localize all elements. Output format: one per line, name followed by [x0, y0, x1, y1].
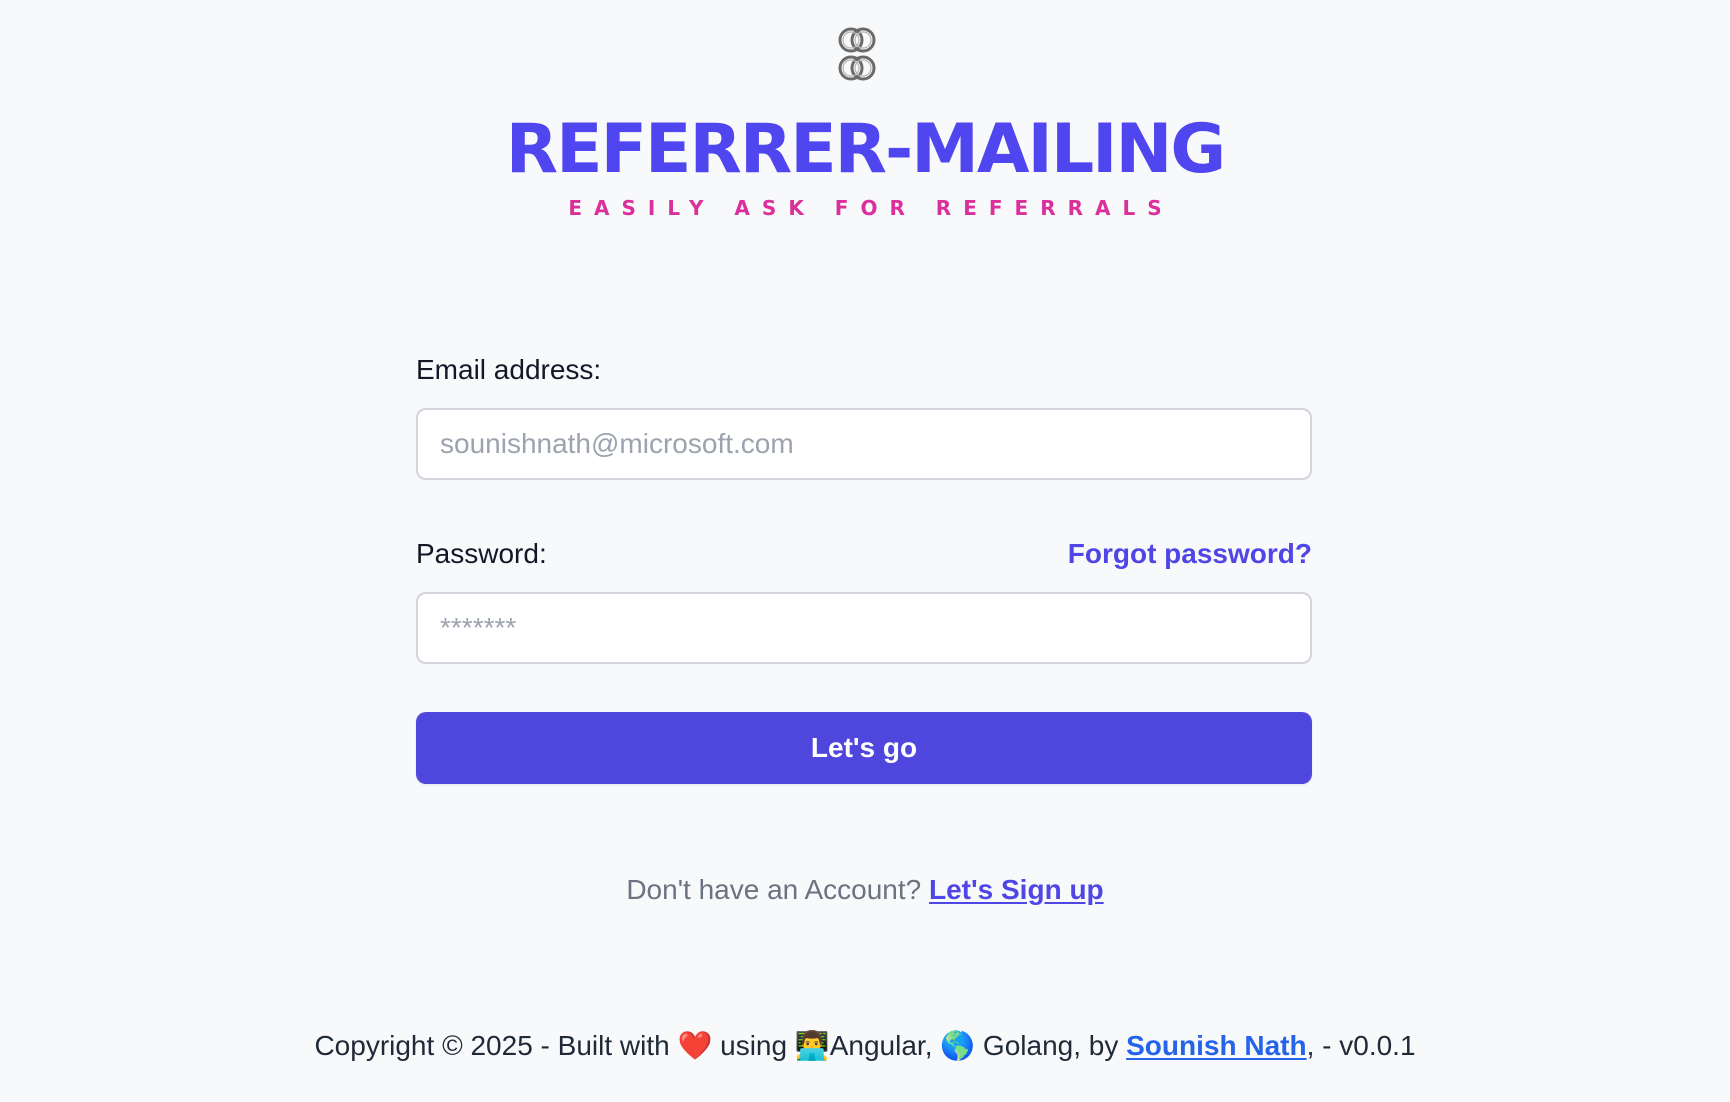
- login-form: Email address: Password: Forgot password…: [416, 352, 1312, 784]
- email-input[interactable]: [416, 408, 1312, 480]
- heart-icon: ❤️: [677, 1029, 713, 1062]
- footer-separator: , -: [1306, 1030, 1332, 1061]
- knot-logo-icon: [838, 27, 876, 81]
- signup-link[interactable]: Let's Sign up: [929, 874, 1104, 905]
- signup-prompt: Don't have an Account?: [626, 874, 922, 905]
- password-block: Password: Forgot password?: [416, 536, 1312, 664]
- footer-angular: Angular,: [829, 1030, 933, 1061]
- brand-title: REFERRER-MAILING: [505, 110, 1226, 189]
- footer-copyright: Copyright © 2025 - Built with: [314, 1030, 670, 1061]
- technologist-icon: 👨‍💻: [794, 1029, 830, 1062]
- footer-version: v0.0.1: [1339, 1030, 1416, 1061]
- password-input[interactable]: [416, 592, 1312, 664]
- email-label: Email address:: [416, 354, 602, 385]
- lets-go-button[interactable]: Let's go: [416, 712, 1312, 784]
- signup-row: Don't have an Account? Let's Sign up: [0, 872, 1730, 908]
- footer-using: using: [720, 1030, 788, 1061]
- footer: Copyright © 2025 - Built with ❤️ using 👨…: [0, 1028, 1730, 1064]
- author-link[interactable]: Sounish Nath: [1126, 1030, 1306, 1061]
- brand-tagline: EASILY ASK FOR REFERRALS: [568, 196, 1174, 220]
- password-label-row: Password: Forgot password?: [416, 536, 1312, 572]
- footer-golang: Golang, by: [982, 1030, 1119, 1061]
- forgot-password-link[interactable]: Forgot password?: [1068, 536, 1312, 572]
- password-label: Password:: [416, 538, 547, 569]
- globe-icon: 🌎: [940, 1029, 976, 1062]
